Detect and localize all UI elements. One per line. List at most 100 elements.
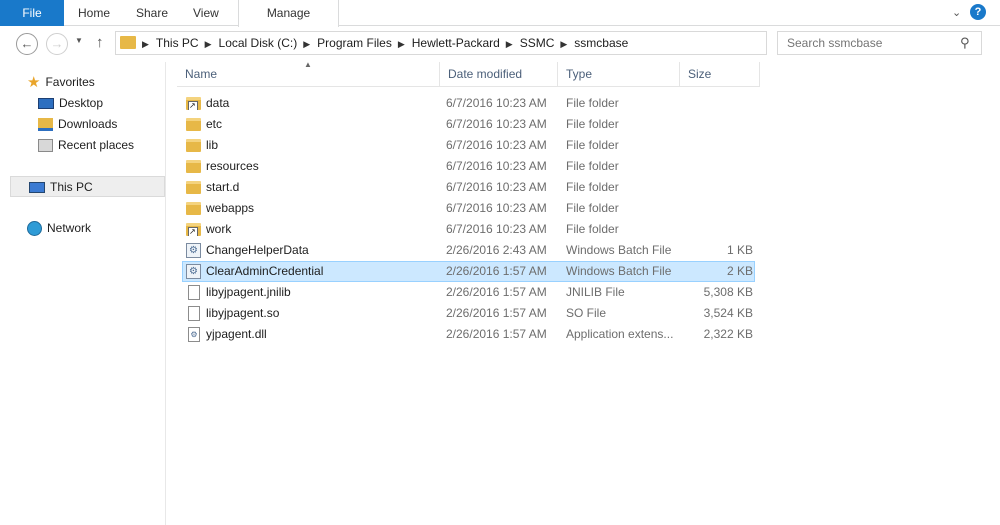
file-size: 5,308 KB [703,285,753,299]
file-size [676,157,753,176]
file-icon [188,285,200,300]
tab-manage[interactable]: Manage [238,0,339,27]
tab-home[interactable]: Home [78,0,110,26]
table-row[interactable]: data 6/7/2016 10:23 AM File folder [182,93,755,114]
tab-file[interactable]: File [0,0,64,26]
folder-shortcut-icon [186,97,201,110]
file-size [676,178,753,197]
network-globe-icon [27,221,42,237]
file-name: resources [206,159,259,173]
folder-icon [120,36,136,49]
file-type: Application extens... [566,327,674,341]
downloads-folder-icon [38,118,53,132]
folder-icon [186,139,201,152]
file-size: 2,322 KB [703,327,753,341]
table-row[interactable]: libyjpagent.so 2/26/2016 1:57 AM SO File 3,… [182,303,755,324]
file-date-modified: 6/7/2016 10:23 AM [446,117,547,131]
file-type: Windows Batch File [566,264,672,278]
navigation-bar: ← → ▼ ↑ ▶ This PC ▶ Local Disk (C:) ▶ Program… [0,27,1000,61]
table-row[interactable]: ClearAdminCredential 2/26/2016 1:57 AM Win… [182,261,755,282]
file-type: File folder [566,201,619,215]
breadcrumb-separator-icon[interactable]: ▶ [303,39,310,49]
file-name: data [206,96,230,110]
sidebar-item-desktop[interactable]: Desktop [38,93,103,113]
column-header-date-modified[interactable]: Date modified [440,62,558,87]
column-header-name[interactable]: Name [177,62,440,87]
file-date-modified: 2/26/2016 1:57 AM [446,285,547,299]
tab-share[interactable]: Share [136,0,168,26]
file-size: 3,524 KB [703,306,753,320]
ribbon-tab-bar: File Home Share View Manage ⌄ ? [0,0,1000,27]
column-header-row: ▲ Name Date modified Type Size [177,60,760,87]
file-name: start.d [206,180,240,194]
navigation-pane: ★ Favorites Desktop Downloads Recent plac… [0,62,166,525]
table-row[interactable]: resources 6/7/2016 10:23 AM File folder [182,156,755,177]
file-name: ChangeHelperData [206,243,309,257]
search-box[interactable]: ⚲ [777,31,982,55]
folder-icon [186,160,201,173]
file-name: libyjpagent.so [206,306,280,320]
address-bar[interactable]: ▶ This PC ▶ Local Disk (C:) ▶ Program Files ▶ H… [115,31,876,55]
file-date-modified: 6/7/2016 10:23 AM [446,180,547,194]
up-arrow-icon[interactable]: ↑ [96,34,104,51]
back-arrow-icon[interactable]: ← [16,33,38,55]
folder-icon [186,202,201,215]
file-name: libyjpagent.jnilib [206,285,291,299]
file-date-modified: 6/7/2016 10:23 AM [446,201,547,215]
file-type: File folder [566,159,619,173]
breadcrumb-this-pc[interactable]: This PC [156,36,199,50]
table-row[interactable]: yjpagent.dll 2/26/2016 1:57 AM Application… [182,324,755,345]
file-date-modified: 6/7/2016 10:23 AM [446,159,547,173]
batch-file-icon [186,243,201,258]
file-date-modified: 6/7/2016 10:23 AM [446,138,547,152]
breadcrumb-hewlett-packard[interactable]: Hewlett-Packard [412,36,500,50]
file-name: work [206,222,232,236]
sidebar-item-recent-places[interactable]: Recent places [38,135,134,155]
file-size: 2 KB [726,264,753,278]
breadcrumb-separator-icon[interactable]: ▶ [560,39,567,49]
file-size [676,136,753,155]
table-row[interactable]: etc 6/7/2016 10:23 AM File folder [182,114,755,135]
table-row[interactable]: lib 6/7/2016 10:23 AM File folder [182,135,755,156]
sidebar-item-downloads[interactable]: Downloads [38,114,117,134]
breadcrumb-ssmc[interactable]: SSMC [520,36,555,50]
breadcrumb-separator-icon[interactable]: ▶ [205,39,212,49]
sidebar-item-label: Favorites [45,75,95,89]
tab-view[interactable]: View [193,0,219,26]
forward-arrow-icon[interactable]: → [46,33,68,55]
file-name: lib [206,138,219,152]
breadcrumb-separator-icon[interactable]: ▶ [398,39,405,49]
breadcrumb-program-files[interactable]: Program Files [317,36,392,50]
file-type: File folder [566,96,619,110]
sidebar-item-favorites[interactable]: ★ Favorites [27,72,95,92]
breadcrumb-local-disk[interactable]: Local Disk (C:) [219,36,298,50]
breadcrumb-separator-icon[interactable]: ▶ [506,39,513,49]
sidebar-item-this-pc[interactable]: This PC [10,176,165,197]
column-header-type[interactable]: Type [558,62,680,87]
table-row[interactable]: ChangeHelperData 2/26/2016 2:43 AM Windows… [182,240,755,261]
table-row[interactable]: work 6/7/2016 10:23 AM File folder [182,219,755,240]
file-date-modified: 6/7/2016 10:23 AM [446,96,547,110]
table-row[interactable]: start.d 6/7/2016 10:23 AM File folder [182,177,755,198]
file-date-modified: 2/26/2016 1:57 AM [446,327,547,341]
star-icon: ★ [27,73,41,91]
file-size: 1 KB [726,243,753,257]
file-name: ClearAdminCredential [206,264,324,278]
recent-locations-chevron-icon[interactable]: ▼ [75,36,83,45]
table-row[interactable]: webapps 6/7/2016 10:23 AM File folder [182,198,755,219]
breadcrumb-separator-icon[interactable]: ▶ [142,39,149,49]
folder-icon [186,181,201,194]
breadcrumb-ssmcbase[interactable]: ssmcbase [574,36,628,50]
search-icon[interactable]: ⚲ [960,35,970,51]
expand-ribbon-icon[interactable]: ⌄ [952,4,961,22]
file-date-modified: 6/7/2016 10:23 AM [446,222,547,236]
sidebar-item-label: This PC [50,180,93,194]
help-icon[interactable]: ? [970,4,986,20]
column-header-size[interactable]: Size [680,62,760,87]
search-input[interactable] [778,32,958,54]
file-type: Windows Batch File [566,243,672,257]
recent-places-icon [38,139,53,153]
computer-icon [29,182,45,194]
table-row[interactable]: libyjpagent.jnilib 2/26/2016 1:57 AM JNILI… [182,282,755,303]
sidebar-item-network[interactable]: Network [27,218,91,238]
